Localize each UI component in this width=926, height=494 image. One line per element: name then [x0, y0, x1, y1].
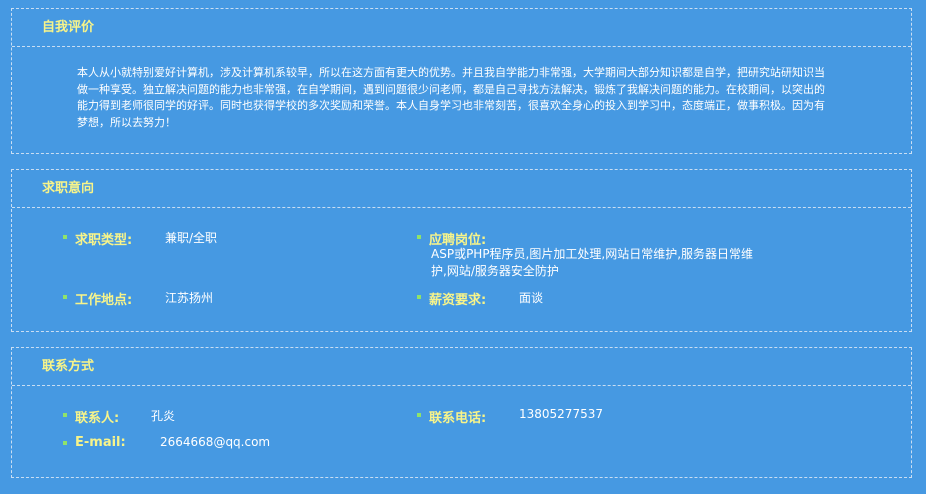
bullet-icon [63, 413, 67, 417]
bullet-icon [417, 235, 421, 239]
location-label: 工作地点: [75, 293, 133, 308]
phone-label: 联系电话: [429, 411, 487, 426]
phone-value: 13805277537 [519, 407, 603, 421]
job-type-label: 求职类型: [75, 233, 133, 248]
bullet-icon [63, 441, 67, 445]
bullet-icon [63, 295, 67, 299]
job-intent-title: 求职意向 [12, 170, 911, 208]
location-value: 江苏扬州 [165, 291, 214, 305]
bullet-icon [63, 235, 67, 239]
salary-value: 面谈 [519, 291, 544, 305]
self-evaluation-title: 自我评价 [12, 9, 911, 47]
job-type-value: 兼职/全职 [165, 231, 218, 245]
self-evaluation-text: 本人从小就特别爱好计算机，涉及计算机系较早，所以在这方面有更大的优势。并且我自学… [77, 66, 825, 129]
contact-panel: 联系方式 联系人: 孔炎 联系电话: 13805277537 E-mail: 2… [11, 347, 912, 478]
bullet-icon [417, 413, 421, 417]
contact-person-value: 孔炎 [151, 409, 176, 423]
job-intent-panel: 求职意向 求职类型: 兼职/全职 应聘岗位: ASP或PHP程序员,图片加工处理… [11, 169, 912, 332]
contact-person-label: 联系人: [75, 411, 120, 426]
self-evaluation-panel: 自我评价 本人从小就特别爱好计算机，涉及计算机系较早，所以在这方面有更大的优势。… [11, 8, 912, 154]
bullet-icon [417, 295, 421, 299]
contact-title: 联系方式 [12, 348, 911, 386]
email-value: 2664668@qq.com [160, 435, 271, 449]
salary-label: 薪资要求: [429, 293, 487, 308]
position-value: ASP或PHP程序员,图片加工处理,网站日常维护,服务器日常维护,网站/服务器安… [431, 247, 754, 278]
email-label: E-mail: [75, 435, 126, 450]
